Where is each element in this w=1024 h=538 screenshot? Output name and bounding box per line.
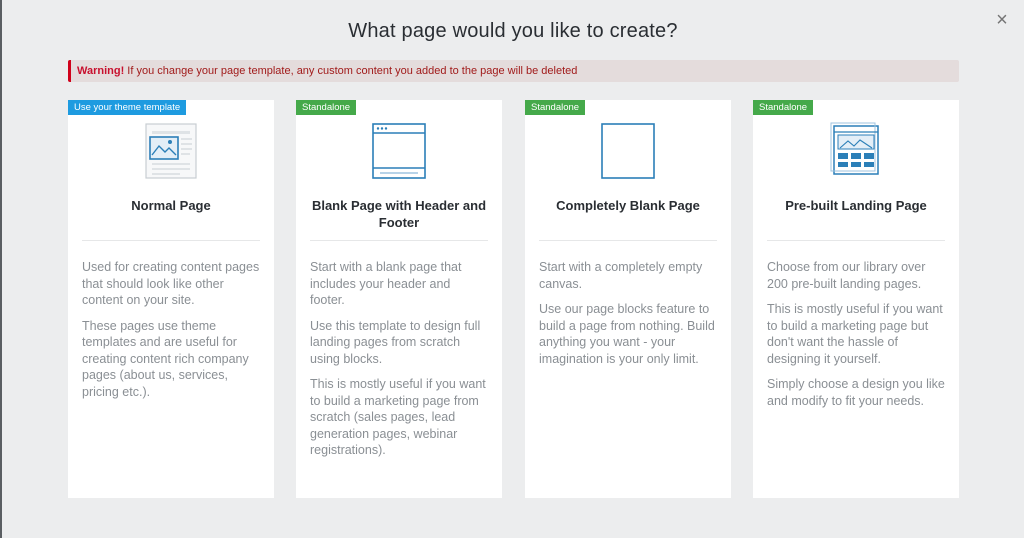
- card-title: Completely Blank Page: [556, 198, 700, 213]
- create-page-dialog: What page would you like to create? × Wa…: [0, 0, 1024, 538]
- description-paragraph: Start with a blank page that includes yo…: [310, 260, 462, 307]
- card-prebuilt-landing[interactable]: Standalone Pre-built Landing Page Choose…: [753, 100, 959, 498]
- card-title: Pre-built Landing Page: [785, 198, 927, 213]
- description-paragraph: Start with a completely empty canvas.: [539, 260, 703, 291]
- description-paragraph: These pages use theme templates and are …: [82, 318, 249, 399]
- badge-standalone: Standalone: [525, 100, 586, 115]
- warning-label: Warning!: [77, 65, 125, 77]
- blank-square-icon: [600, 122, 656, 185]
- description-paragraph: This is mostly useful if you want to bui…: [310, 377, 486, 457]
- card-title: Blank Page with Header and Footer: [311, 198, 487, 230]
- card-blank-header-footer[interactable]: Standalone Blank Page with Header and Fo…: [296, 100, 502, 498]
- badge-theme-template: Use your theme template: [68, 100, 187, 115]
- landing-page-icon: [830, 122, 882, 183]
- warning-text: If you change your page template, any cu…: [124, 65, 578, 77]
- theme-page-icon: [144, 122, 198, 185]
- badge-standalone: Standalone: [753, 100, 814, 115]
- card-description: Start with a completely empty canvas. Us…: [539, 259, 717, 376]
- dialog-title: What page would you like to create?: [348, 20, 678, 42]
- card-description: Used for creating content pages that sho…: [82, 259, 260, 409]
- description-paragraph: Use this template to design full landing…: [310, 318, 481, 366]
- card-description: Start with a blank page that includes yo…: [310, 259, 488, 468]
- card-description: Choose from our library over 200 pre-bui…: [767, 259, 945, 418]
- card-divider: [767, 240, 945, 241]
- card-divider: [539, 240, 717, 241]
- card-divider: [82, 240, 260, 241]
- browser-window-icon: [371, 122, 427, 185]
- description-paragraph: This is mostly useful if you want to bui…: [767, 302, 943, 366]
- badge-standalone: Standalone: [296, 100, 357, 115]
- description-paragraph: Use our page blocks feature to build a p…: [539, 302, 715, 366]
- card-title: Normal Page: [131, 198, 211, 213]
- close-icon[interactable]: ×: [992, 10, 1012, 30]
- card-divider: [310, 240, 488, 241]
- warning-banner: Warning! If you change your page templat…: [68, 60, 959, 82]
- description-paragraph: Used for creating content pages that sho…: [82, 260, 260, 307]
- description-paragraph: Simply choose a design you like and modi…: [767, 377, 945, 408]
- description-paragraph: Choose from our library over 200 pre-bui…: [767, 260, 926, 291]
- card-normal-page[interactable]: Use your theme template Normal Page Used…: [68, 100, 274, 498]
- card-completely-blank[interactable]: Standalone Completely Blank Page Start w…: [525, 100, 731, 498]
